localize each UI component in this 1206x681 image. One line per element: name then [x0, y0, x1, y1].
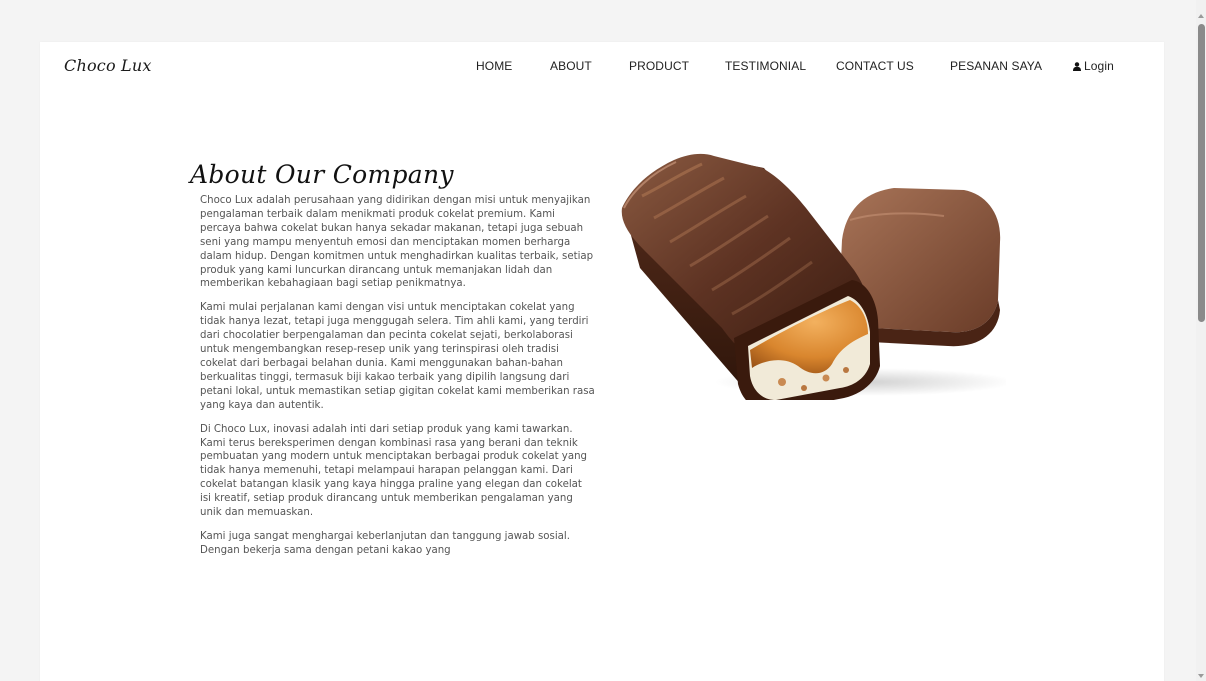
about-title: About Our Company: [190, 160, 454, 189]
scroll-down-arrow-icon[interactable]: [1198, 674, 1204, 678]
login-label: Login: [1084, 59, 1114, 73]
about-text: Choco Lux adalah perusahaan yang didirik…: [200, 194, 596, 568]
nav-home[interactable]: HOME: [476, 59, 512, 73]
brand-logo[interactable]: Choco Lux: [64, 56, 152, 75]
about-paragraph-1: Choco Lux adalah perusahaan yang didirik…: [200, 195, 594, 290]
nav-pesanan-saya[interactable]: PESANAN SAYA: [950, 59, 1042, 73]
scrollbar-thumb[interactable]: [1198, 24, 1205, 322]
scroll-up-arrow-icon[interactable]: [1198, 14, 1204, 18]
login-link[interactable]: Login: [1073, 59, 1114, 73]
user-icon: [1073, 61, 1081, 71]
nav-testimonial[interactable]: TESTIMONIAL: [725, 59, 806, 73]
about-paragraph-4: Kami juga sangat menghargai keberlanjuta…: [200, 530, 570, 556]
nav-about[interactable]: ABOUT: [550, 59, 592, 73]
chocolate-bar-image: [621, 153, 1006, 400]
nav-contact-us[interactable]: CONTACT US: [836, 59, 914, 73]
page-container: Choco Lux HOME ABOUT PRODUCT TESTIMONIAL…: [40, 42, 1164, 681]
browser-viewport: Choco Lux HOME ABOUT PRODUCT TESTIMONIAL…: [0, 0, 1206, 681]
nav-product[interactable]: PRODUCT: [629, 59, 689, 73]
about-paragraph-3: Di Choco Lux, inovasi adalah inti dari s…: [200, 423, 588, 519]
about-paragraph-2: Kami mulai perjalanan kami dengan visi u…: [200, 302, 595, 411]
vertical-scrollbar[interactable]: [1196, 0, 1206, 681]
main-chocolate-bar: [621, 153, 880, 400]
